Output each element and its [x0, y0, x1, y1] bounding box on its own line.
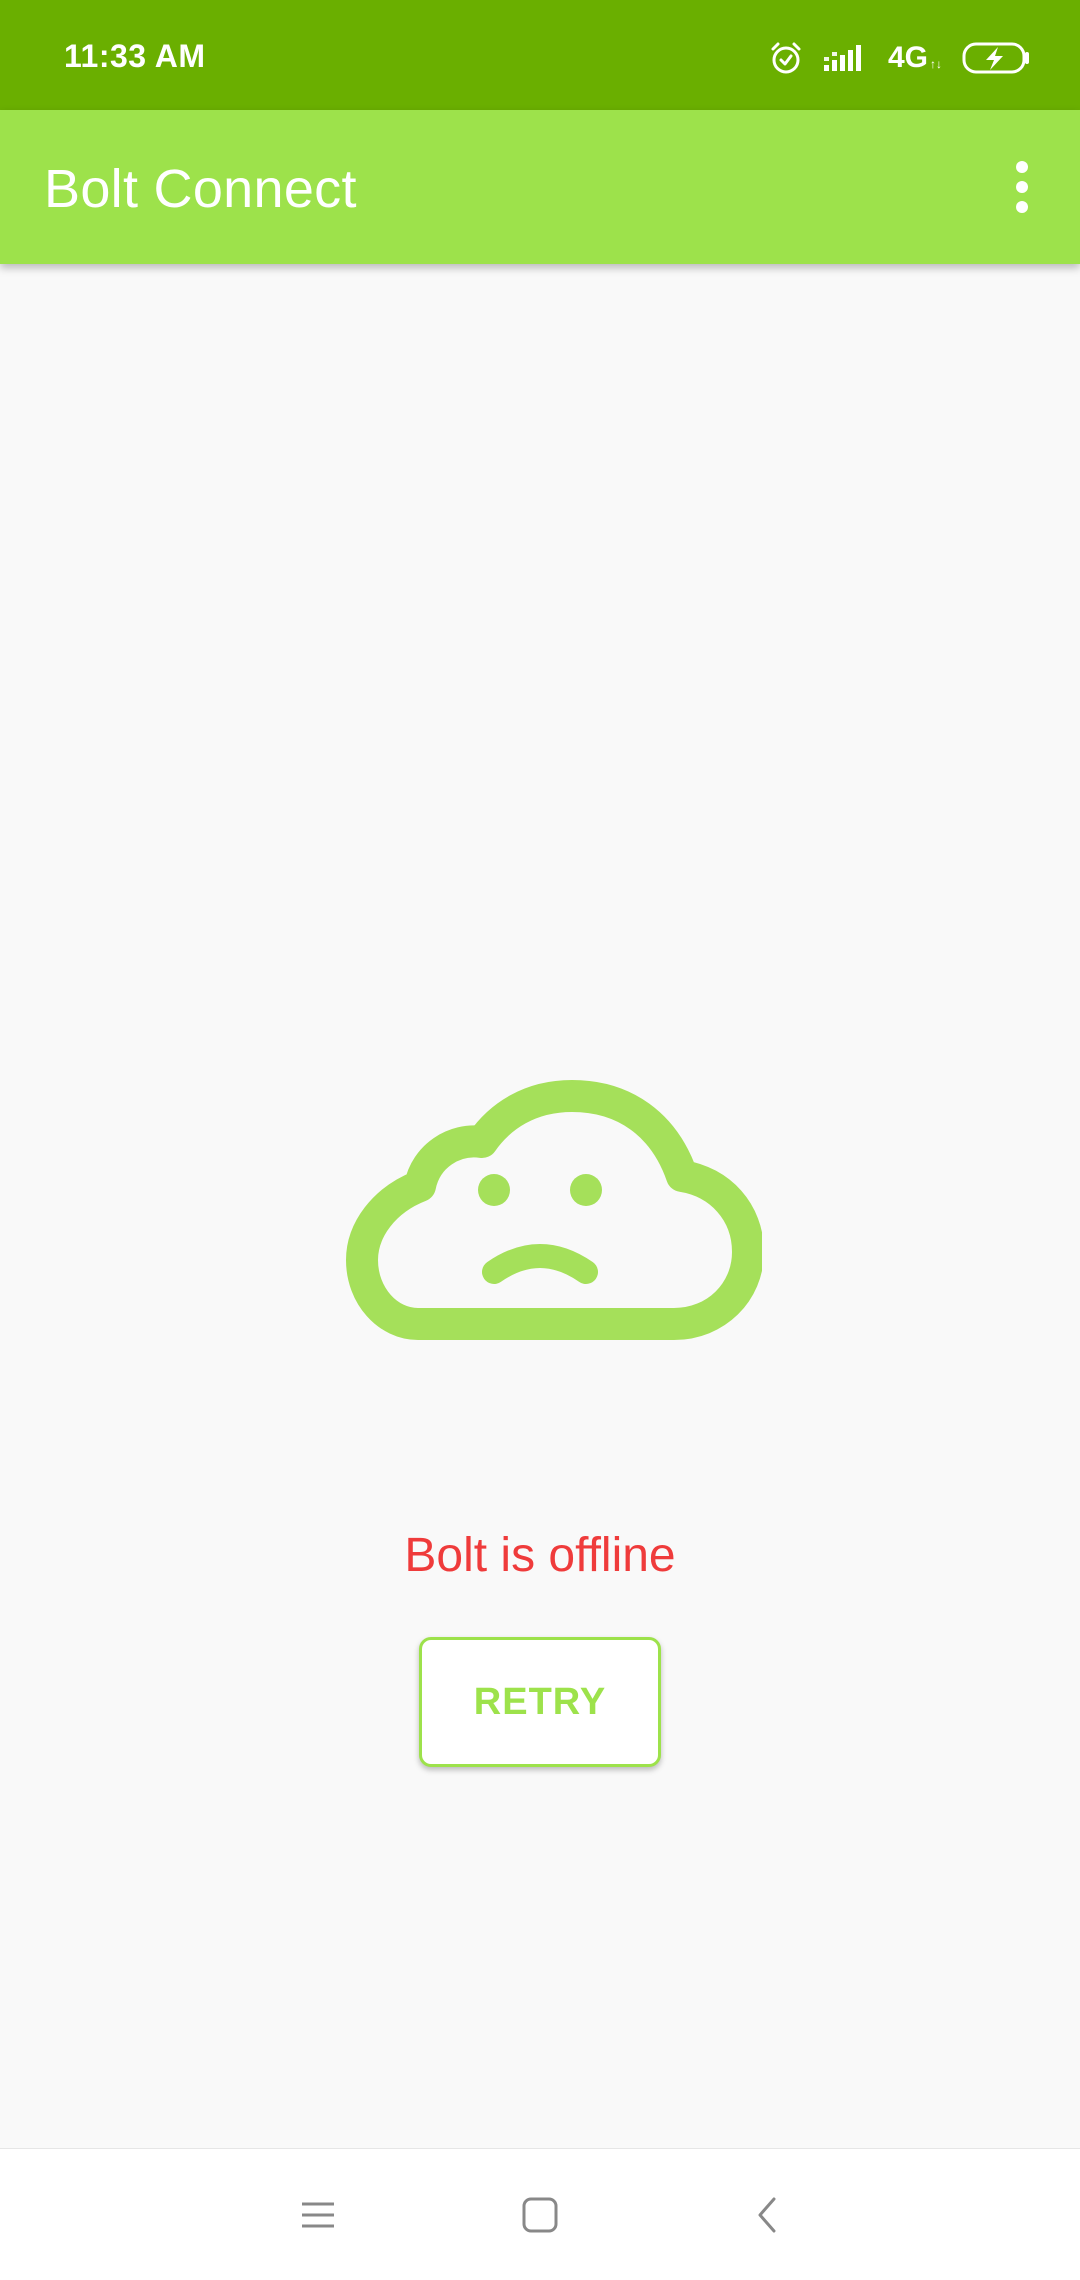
network-type-label: 4G ↑↓	[888, 41, 942, 75]
menu-icon[interactable]	[258, 2149, 378, 2280]
status-icons: 4G ↑↓	[768, 36, 1032, 80]
home-icon[interactable]	[480, 2149, 600, 2280]
network-activity-indicator: ↑↓	[930, 57, 942, 71]
signal-icon	[823, 43, 868, 73]
menu-dot	[1016, 161, 1028, 173]
app-bar: Bolt Connect	[0, 110, 1080, 264]
back-icon[interactable]	[707, 2149, 827, 2280]
retry-button[interactable]: RETRY	[419, 1637, 661, 1767]
menu-dot	[1016, 201, 1028, 213]
status-bar: 11:33 AM 4G ↑↓	[0, 0, 1080, 110]
menu-dot	[1016, 181, 1028, 193]
network-type-text: 4G	[887, 41, 928, 74]
sad-cloud-icon	[318, 1062, 764, 1352]
screen: 11:33 AM 4G ↑↓ Bolt Connect Bolt is offl…	[0, 0, 1080, 2280]
battery-charging-icon	[962, 41, 1032, 75]
app-title: Bolt Connect	[44, 159, 357, 219]
system-navigation-bar	[0, 2148, 1080, 2280]
status-time: 11:33 AM	[64, 38, 206, 74]
retry-button-label: RETRY	[473, 1680, 607, 1723]
more-vert-icon[interactable]	[990, 152, 1054, 222]
alarm-icon	[768, 40, 804, 76]
offline-status-message: Bolt is offline	[404, 1529, 676, 1582]
